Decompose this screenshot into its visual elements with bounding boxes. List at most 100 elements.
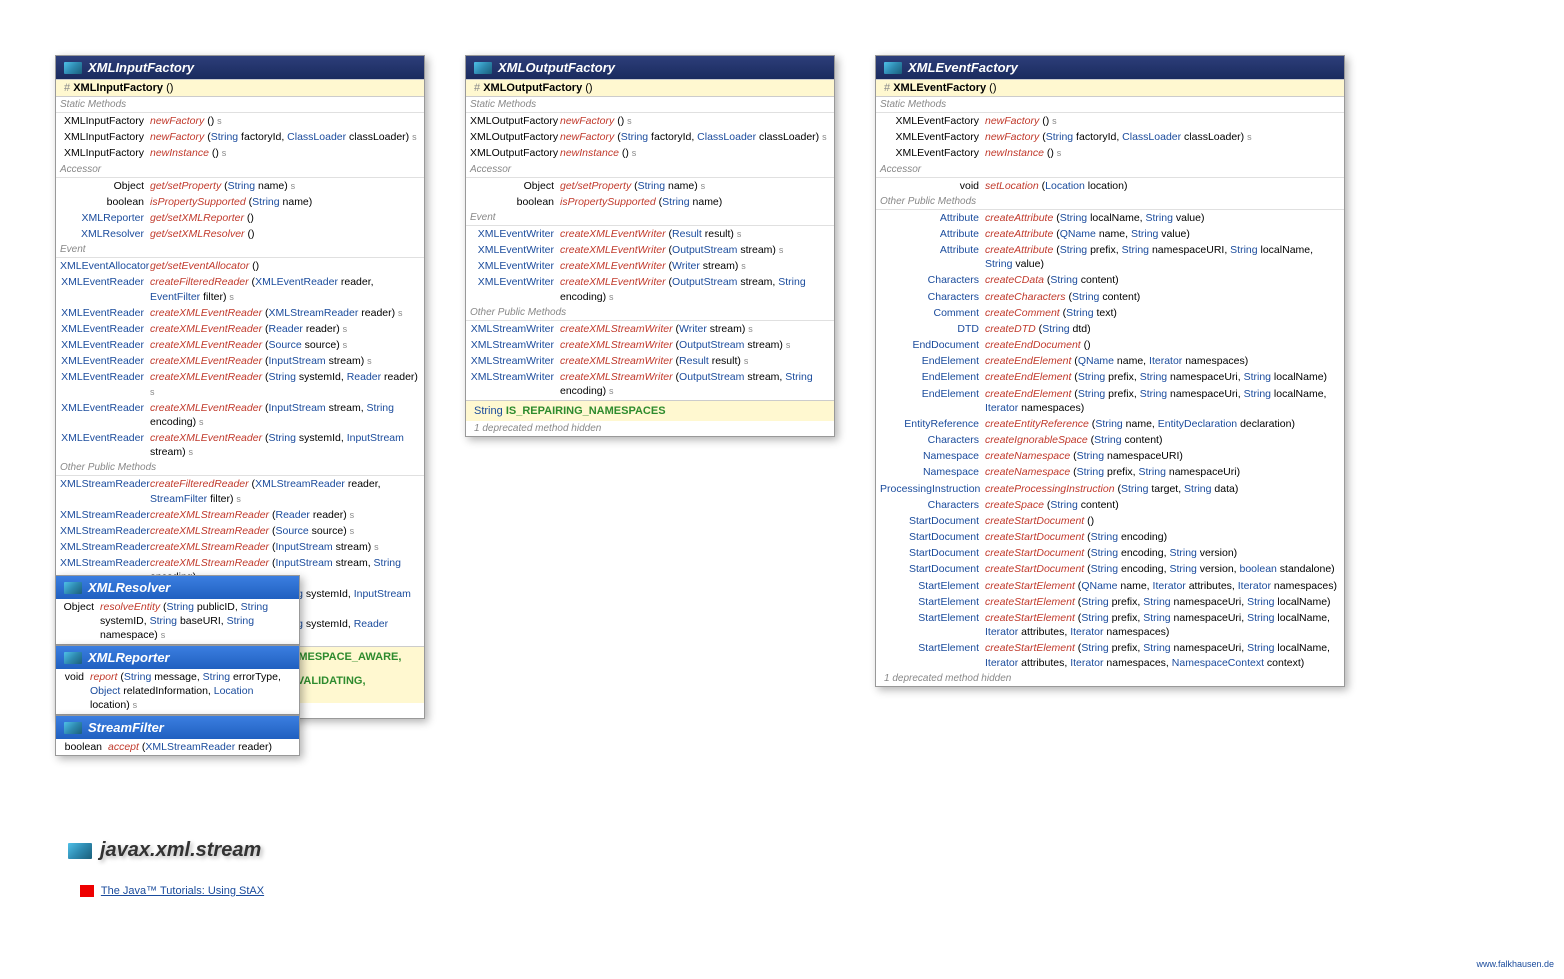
method-sig[interactable]: newFactory (String factoryId, ClassLoade… — [985, 130, 1340, 144]
return-type[interactable]: Characters — [880, 498, 985, 512]
method-sig[interactable]: createXMLEventReader (InputStream stream… — [150, 401, 420, 429]
method-sig[interactable]: createStartDocument (String encoding, St… — [985, 546, 1340, 560]
method-sig[interactable]: newFactory (String factoryId, ClassLoade… — [560, 130, 830, 144]
return-type[interactable]: Namespace — [880, 449, 985, 463]
method-sig[interactable]: createStartElement (QName name, Iterator… — [985, 579, 1340, 593]
method-sig[interactable]: newFactory () s — [985, 114, 1340, 128]
class-title[interactable]: XMLResolver — [88, 580, 170, 595]
method-sig[interactable]: isPropertySupported (String name) — [150, 195, 420, 209]
return-type[interactable]: Characters — [880, 433, 985, 447]
method-sig[interactable]: createEndElement (String prefix, String … — [985, 387, 1340, 415]
method-sig[interactable]: createSpace (String content) — [985, 498, 1340, 512]
return-type[interactable]: Object — [60, 600, 100, 614]
method-sig[interactable]: get/setProperty (String name) s — [560, 179, 830, 193]
method-sig[interactable]: createEndDocument () — [985, 338, 1340, 352]
method-sig[interactable]: createXMLEventWriter (OutputStream strea… — [560, 275, 830, 303]
return-type[interactable]: XMLOutputFactory — [470, 146, 560, 160]
return-type[interactable]: XMLEventReader — [60, 306, 150, 320]
return-type[interactable]: Characters — [880, 290, 985, 304]
return-type[interactable]: XMLReporter — [60, 211, 150, 225]
method-sig[interactable]: get/setXMLResolver () — [150, 227, 420, 241]
return-type[interactable]: Attribute — [880, 211, 985, 225]
return-type[interactable]: Namespace — [880, 465, 985, 479]
method-sig[interactable]: createXMLEventReader (Reader reader) s — [150, 322, 420, 336]
return-type[interactable]: XMLStreamWriter — [470, 338, 560, 352]
return-type[interactable]: boolean — [60, 740, 108, 754]
return-type[interactable]: XMLResolver — [60, 227, 150, 241]
method-sig[interactable]: newInstance () s — [560, 146, 830, 160]
method-sig[interactable]: get/setProperty (String name) s — [150, 179, 420, 193]
method-sig[interactable]: createXMLStreamReader (Source source) s — [150, 524, 420, 538]
method-sig[interactable]: report (String message, String errorType… — [90, 670, 295, 713]
method-sig[interactable]: createStartElement (String prefix, Strin… — [985, 595, 1340, 609]
return-type[interactable]: XMLEventReader — [60, 338, 150, 352]
return-type[interactable]: XMLEventReader — [60, 401, 150, 415]
method-sig[interactable]: createStartDocument (String encoding) — [985, 530, 1340, 544]
return-type[interactable]: XMLEventFactory — [880, 114, 985, 128]
method-sig[interactable]: createXMLEventReader (InputStream stream… — [150, 354, 420, 368]
method-sig[interactable]: newFactory () s — [560, 114, 830, 128]
method-sig[interactable]: createXMLEventWriter (Result result) s — [560, 227, 830, 241]
method-sig[interactable]: createDTD (String dtd) — [985, 322, 1340, 336]
method-sig[interactable]: accept (XMLStreamReader reader) — [108, 740, 295, 754]
method-sig[interactable]: createXMLEventReader (Source source) s — [150, 338, 420, 352]
return-type[interactable]: StartDocument — [880, 530, 985, 544]
class-title[interactable]: XMLOutputFactory — [498, 60, 615, 75]
method-sig[interactable]: createAttribute (String localName, Strin… — [985, 211, 1340, 225]
method-sig[interactable]: createXMLStreamWriter (Writer stream) s — [560, 322, 830, 336]
method-sig[interactable]: createAttribute (String prefix, String n… — [985, 243, 1340, 271]
return-type[interactable]: Object — [470, 179, 560, 193]
method-sig[interactable]: createAttribute (QName name, String valu… — [985, 227, 1340, 241]
method-sig[interactable]: createXMLEventWriter (OutputStream strea… — [560, 243, 830, 257]
return-type[interactable]: XMLEventReader — [60, 370, 150, 384]
method-sig[interactable]: createXMLEventReader (String systemId, I… — [150, 431, 420, 459]
return-type[interactable]: XMLInputFactory — [60, 114, 150, 128]
return-type[interactable]: XMLStreamWriter — [470, 370, 560, 384]
return-type[interactable]: XMLEventFactory — [880, 130, 985, 144]
return-type[interactable]: EndElement — [880, 387, 985, 401]
return-type[interactable]: XMLInputFactory — [60, 146, 150, 160]
class-title[interactable]: XMLInputFactory — [88, 60, 194, 75]
method-sig[interactable]: createXMLStreamReader (InputStream strea… — [150, 540, 420, 554]
return-type[interactable]: XMLEventFactory — [880, 146, 985, 160]
return-type[interactable]: Characters — [880, 273, 985, 287]
return-type[interactable]: ProcessingInstruction — [880, 482, 985, 496]
return-type[interactable]: Attribute — [880, 243, 985, 257]
return-type[interactable]: StartDocument — [880, 514, 985, 528]
return-type[interactable]: void — [880, 179, 985, 193]
return-type[interactable]: XMLStreamWriter — [470, 354, 560, 368]
tutorial-link[interactable]: The Java™ Tutorials: Using StAX — [101, 885, 264, 897]
return-type[interactable]: XMLEventWriter — [470, 259, 560, 273]
method-sig[interactable]: setLocation (Location location) — [985, 179, 1340, 193]
method-sig[interactable]: createStartDocument (String encoding, St… — [985, 562, 1340, 576]
return-type[interactable]: StartElement — [880, 579, 985, 593]
method-sig[interactable]: createIgnorableSpace (String content) — [985, 433, 1340, 447]
return-type[interactable]: Comment — [880, 306, 985, 320]
return-type[interactable]: boolean — [60, 195, 150, 209]
method-sig[interactable]: createCData (String content) — [985, 273, 1340, 287]
method-sig[interactable]: createEntityReference (String name, Enti… — [985, 417, 1340, 431]
method-sig[interactable]: createComment (String text) — [985, 306, 1340, 320]
return-type[interactable]: DTD — [880, 322, 985, 336]
return-type[interactable]: EntityReference — [880, 417, 985, 431]
return-type[interactable]: XMLStreamReader — [60, 556, 150, 570]
method-sig[interactable]: createNamespace (String prefix, String n… — [985, 465, 1340, 479]
return-type[interactable]: XMLStreamWriter — [470, 322, 560, 336]
return-type[interactable]: XMLOutputFactory — [470, 114, 560, 128]
class-title[interactable]: XMLReporter — [88, 650, 170, 665]
return-type[interactable]: void — [60, 670, 90, 684]
method-sig[interactable]: createProcessingInstruction (String targ… — [985, 482, 1340, 496]
return-type[interactable]: StartDocument — [880, 546, 985, 560]
method-sig[interactable]: createStartElement (String prefix, Strin… — [985, 641, 1340, 669]
method-sig[interactable]: get/setEventAllocator () — [150, 259, 420, 273]
return-type[interactable]: XMLEventWriter — [470, 227, 560, 241]
return-type[interactable]: XMLEventReader — [60, 322, 150, 336]
return-type[interactable]: XMLEventReader — [60, 275, 150, 289]
return-type[interactable]: XMLInputFactory — [60, 130, 150, 144]
return-type[interactable]: XMLEventWriter — [470, 275, 560, 289]
return-type[interactable]: EndElement — [880, 354, 985, 368]
class-title[interactable]: StreamFilter — [88, 720, 164, 735]
method-sig[interactable]: get/setXMLReporter () — [150, 211, 420, 225]
method-sig[interactable]: createXMLStreamWriter (OutputStream stre… — [560, 338, 830, 352]
method-sig[interactable]: createXMLStreamWriter (OutputStream stre… — [560, 370, 830, 398]
